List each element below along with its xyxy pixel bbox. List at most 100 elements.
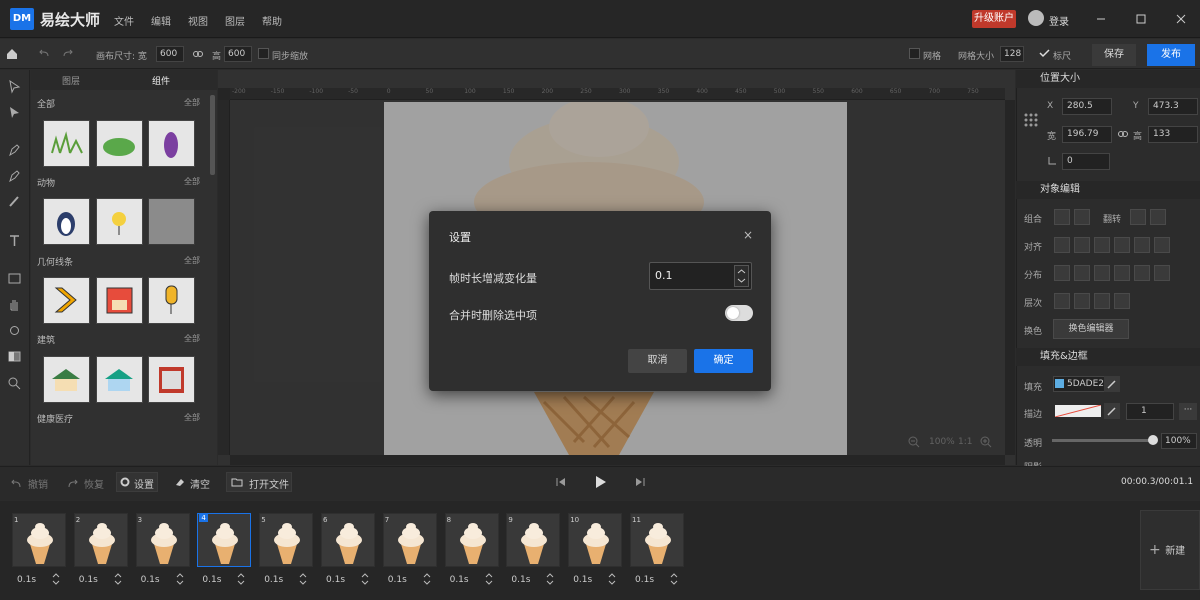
color-editor-button[interactable]: 换色编辑器 bbox=[1053, 319, 1129, 339]
align-top-icon[interactable] bbox=[1114, 237, 1130, 253]
login-link[interactable]: 登录 bbox=[1049, 13, 1069, 28]
opacity-slider-track[interactable] bbox=[1052, 439, 1152, 442]
text-tool-icon[interactable] bbox=[7, 233, 22, 248]
duration-stepper-icon[interactable] bbox=[670, 572, 678, 586]
thumb-microphone[interactable] bbox=[148, 277, 195, 324]
prev-frame-icon[interactable] bbox=[555, 476, 567, 488]
frame-duration[interactable]: 0.1s bbox=[141, 575, 160, 585]
menu-edit[interactable]: 编辑 bbox=[151, 13, 171, 28]
duration-stepper-icon[interactable] bbox=[361, 572, 369, 586]
bring-forward-icon[interactable] bbox=[1074, 293, 1090, 309]
publish-button[interactable]: 发布 bbox=[1147, 44, 1195, 66]
frame-duration[interactable]: 0.1s bbox=[511, 575, 530, 585]
user-avatar-icon[interactable] bbox=[1028, 10, 1044, 26]
flip-horizontal-icon[interactable] bbox=[1130, 209, 1146, 225]
redo-arrow-icon[interactable] bbox=[62, 48, 74, 60]
category-animals-link[interactable]: 全部 bbox=[184, 176, 200, 187]
minimize-icon[interactable] bbox=[1094, 12, 1108, 26]
category-all-link[interactable]: 全部 bbox=[184, 97, 200, 108]
direct-select-icon[interactable] bbox=[7, 105, 22, 120]
flip-vertical-icon[interactable] bbox=[1150, 209, 1166, 225]
duration-stepper-icon[interactable] bbox=[423, 572, 431, 586]
align-center-icon[interactable] bbox=[1074, 237, 1090, 253]
y-input[interactable]: 473.3 bbox=[1148, 98, 1198, 115]
frame-thumbnail[interactable] bbox=[259, 513, 314, 567]
duration-stepper-icon[interactable] bbox=[176, 572, 184, 586]
frame-duration[interactable]: 0.1s bbox=[573, 575, 592, 585]
thumb-eggplant[interactable] bbox=[148, 120, 195, 167]
stroke-eyedropper-icon[interactable] bbox=[1104, 403, 1120, 419]
thumb-lamp[interactable] bbox=[96, 198, 143, 245]
align-middle-icon[interactable] bbox=[1134, 237, 1150, 253]
grid-checkbox[interactable] bbox=[909, 48, 920, 59]
thumb-grass[interactable] bbox=[43, 120, 90, 167]
duration-stepper-icon[interactable] bbox=[52, 572, 60, 586]
frame-duration[interactable]: 0.1s bbox=[17, 575, 36, 585]
menu-view[interactable]: 视图 bbox=[188, 13, 208, 28]
canvas-height-input[interactable]: 600 bbox=[224, 46, 252, 62]
gradient-icon[interactable] bbox=[7, 349, 22, 364]
ruler-check-icon[interactable] bbox=[1039, 48, 1050, 59]
opacity-input[interactable]: 100% bbox=[1161, 433, 1197, 449]
frame-duration[interactable]: 0.1s bbox=[388, 575, 407, 585]
align-left-icon[interactable] bbox=[1054, 237, 1070, 253]
undo-button[interactable]: 撤销 bbox=[28, 476, 48, 491]
menu-help[interactable]: 帮助 bbox=[262, 13, 282, 28]
frame-thumbnail[interactable] bbox=[321, 513, 375, 567]
frame-thumbnail[interactable] bbox=[506, 513, 561, 567]
menu-file[interactable]: 文件 bbox=[114, 13, 134, 28]
duration-stepper-icon[interactable] bbox=[299, 572, 307, 586]
group-icon[interactable] bbox=[1054, 209, 1070, 225]
select-arrow-icon[interactable] bbox=[7, 79, 22, 94]
panel-scrollbar[interactable] bbox=[210, 95, 215, 175]
thumb-bush[interactable] bbox=[96, 120, 143, 167]
tab-components[interactable]: 组件 bbox=[152, 74, 170, 87]
pen-icon[interactable] bbox=[7, 143, 22, 158]
lock-ratio-icon[interactable] bbox=[1117, 128, 1129, 140]
frame-duration[interactable]: 0.1s bbox=[326, 575, 345, 585]
anchor-grid-icon[interactable] bbox=[1023, 112, 1039, 128]
distribute-3-icon[interactable] bbox=[1094, 265, 1110, 281]
save-button[interactable]: 保存 bbox=[1092, 44, 1136, 66]
frame-duration[interactable]: 0.1s bbox=[79, 575, 98, 585]
fill-eyedropper-icon[interactable] bbox=[1104, 376, 1120, 392]
ungroup-icon[interactable] bbox=[1074, 209, 1090, 225]
send-back-icon[interactable] bbox=[1114, 293, 1130, 309]
frame-thumbnail[interactable] bbox=[12, 513, 66, 567]
align-right-icon[interactable] bbox=[1094, 237, 1110, 253]
brush-icon[interactable] bbox=[7, 194, 22, 209]
section-fill-stroke[interactable]: 填充&边框 bbox=[1016, 348, 1200, 366]
category-buildings-link[interactable]: 全部 bbox=[184, 333, 200, 344]
frame-thumbnail[interactable] bbox=[135, 513, 190, 567]
thumb-penguin[interactable] bbox=[43, 198, 90, 245]
link-icon[interactable] bbox=[192, 48, 204, 60]
ok-button[interactable]: 确定 bbox=[694, 349, 753, 373]
frame-thumbnail[interactable] bbox=[382, 513, 437, 567]
stroke-color-swatch[interactable] bbox=[1055, 405, 1101, 417]
width-input[interactable]: 196.79 bbox=[1062, 126, 1112, 143]
duration-stepper-icon[interactable] bbox=[114, 572, 122, 586]
rotate-icon[interactable] bbox=[7, 323, 22, 338]
distribute-5-icon[interactable] bbox=[1134, 265, 1150, 281]
angle-input[interactable]: 0 bbox=[1062, 153, 1110, 170]
cancel-button[interactable]: 取消 bbox=[628, 349, 687, 373]
grid-size-input[interactable]: 128 bbox=[1000, 46, 1024, 62]
maximize-icon[interactable] bbox=[1134, 12, 1148, 26]
distribute-4-icon[interactable] bbox=[1114, 265, 1130, 281]
redo-button[interactable]: 恢复 bbox=[84, 476, 104, 491]
more-options-icon[interactable]: ··· bbox=[1179, 403, 1197, 420]
distribute-2-icon[interactable] bbox=[1074, 265, 1090, 281]
frame-thumbnail[interactable] bbox=[444, 513, 499, 567]
sync-scale-checkbox[interactable] bbox=[258, 48, 269, 59]
zoom-tool-icon[interactable] bbox=[7, 376, 22, 391]
next-frame-icon[interactable] bbox=[634, 476, 646, 488]
thumb-house-2[interactable] bbox=[96, 356, 143, 403]
category-geometry-link[interactable]: 全部 bbox=[184, 255, 200, 266]
x-input[interactable]: 280.5 bbox=[1062, 98, 1112, 115]
distribute-6-icon[interactable] bbox=[1154, 265, 1170, 281]
duration-stepper-icon[interactable] bbox=[546, 572, 554, 586]
undo-arrow-icon[interactable] bbox=[38, 48, 50, 60]
play-icon[interactable] bbox=[594, 475, 608, 489]
menu-layer[interactable]: 图层 bbox=[225, 13, 245, 28]
canvas-width-input[interactable]: 600 bbox=[156, 46, 184, 62]
